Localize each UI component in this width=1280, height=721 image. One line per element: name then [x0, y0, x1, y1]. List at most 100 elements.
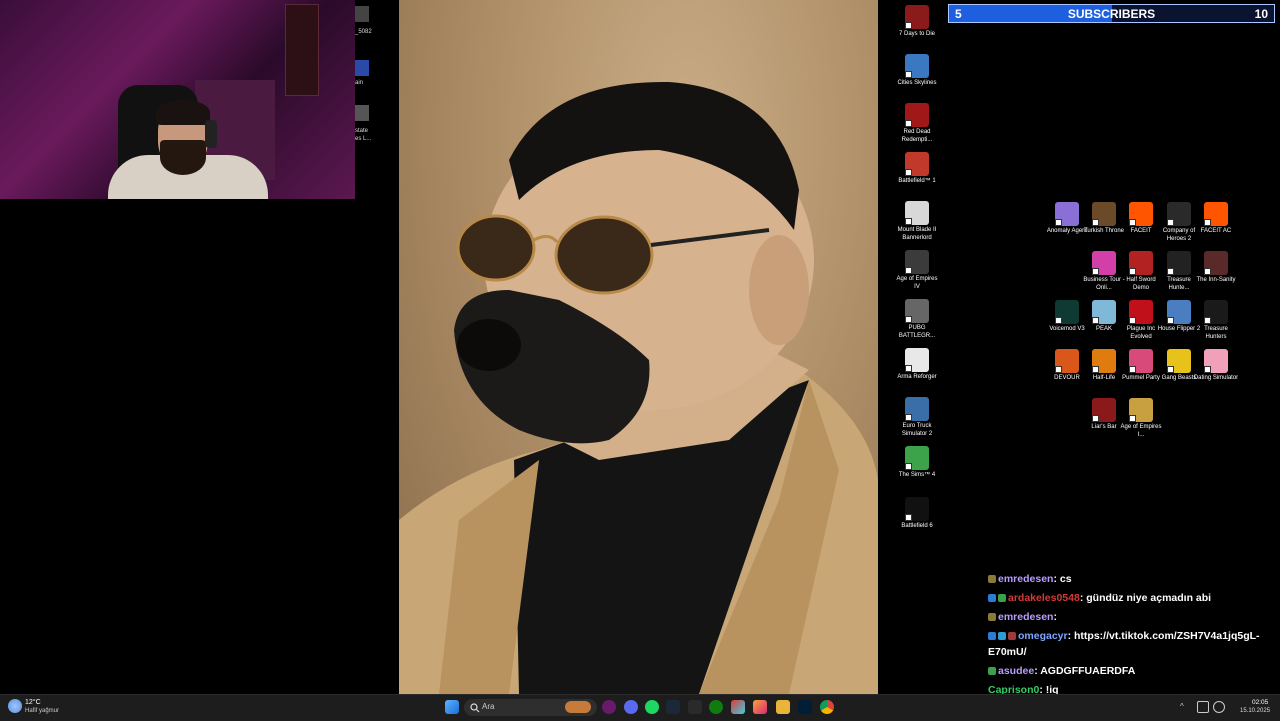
desktop-icon-label: _5082	[355, 29, 372, 35]
steam-icon[interactable]	[666, 700, 680, 714]
photoshop-icon[interactable]	[798, 700, 812, 714]
desktop-icon-label: Age of Empires IV	[896, 276, 938, 290]
app-icon	[1055, 300, 1079, 324]
app-icon	[1167, 251, 1191, 275]
desktop-icon-partial[interactable]	[355, 105, 369, 121]
desktop-icon-1[interactable]: Cities Skylines	[894, 54, 940, 88]
app-icon	[1055, 202, 1079, 226]
app-icon	[1129, 398, 1153, 422]
chat-username[interactable]: asudee	[998, 665, 1034, 677]
app-icon	[905, 152, 929, 176]
subscriber-goal-bar: 5 SUBSCRIBERS 10	[948, 4, 1275, 23]
chat-badge-icon	[998, 594, 1006, 602]
app-icon	[1092, 398, 1116, 422]
desktop-icon-label: Arma Reforger	[897, 374, 937, 380]
search-input[interactable]: Ara	[464, 699, 597, 716]
desktop-icon-8[interactable]: Euro Truck Simulator 2	[894, 397, 940, 438]
app-icon	[1204, 349, 1228, 373]
epic-games-icon[interactable]	[688, 700, 702, 714]
desktop-icon-grid-20[interactable]: Age of Empires I...	[1118, 398, 1164, 439]
chat-message: ardakeles0548: gündüz niye açmadın abi	[988, 592, 1211, 604]
chat-text: : AGDGFFUAERDFA	[1034, 665, 1136, 677]
desktop-icon-grid-18[interactable]: Dating Simulator	[1193, 349, 1239, 383]
chat-username[interactable]: ardakeles0548	[1008, 592, 1080, 604]
chevron-up-icon[interactable]: ^	[1180, 702, 1184, 711]
desktop-icon-grid-13[interactable]: Treasure Hunters	[1193, 300, 1239, 341]
chat-username[interactable]: omegacyr	[1018, 630, 1068, 642]
chat-message: emredesen:	[988, 611, 1057, 623]
chat-username[interactable]: emredesen	[998, 611, 1053, 623]
desktop-icon-partial[interactable]	[355, 60, 369, 76]
app-icon	[1055, 349, 1079, 373]
app-icon	[1204, 251, 1228, 275]
desktop-icon-label: PUBG BATTLEGR...	[898, 325, 936, 339]
desktop-icon-grid-4[interactable]: FACEIT AC	[1193, 202, 1239, 236]
desktop-icon-0[interactable]: 7 Days to Die	[894, 5, 940, 39]
file-explorer-icon[interactable]	[776, 700, 790, 714]
desktop-icon-label: The Inn-Sanity	[1196, 277, 1236, 283]
app-icon	[905, 54, 929, 78]
desktop-icon-label: Mount Blade II Bannerlord	[897, 227, 937, 241]
weather-icon[interactable]	[8, 699, 22, 713]
desktop-icon-label: The Sims™ 4	[898, 472, 936, 478]
app-icon	[905, 348, 929, 372]
desktop-icon-label: Age of Empires I...	[1120, 424, 1162, 438]
desktop-icon-label: Euro Truck Simulator 2	[901, 423, 933, 437]
desktop-icon-partial[interactable]	[355, 6, 369, 22]
desktop-icon-label: Battlefield™ 1	[898, 178, 936, 184]
app-icon	[1092, 202, 1116, 226]
desktop-icon-3[interactable]: Battlefield™ 1	[894, 152, 940, 186]
app-icon	[1129, 251, 1153, 275]
app-icon	[1092, 251, 1116, 275]
desktop-icon-7[interactable]: Arma Reforger	[894, 348, 940, 382]
instagram-icon[interactable]	[753, 700, 767, 714]
desktop-icon-9[interactable]: The Sims™ 4	[894, 446, 940, 480]
chat-message: asudee: AGDGFFUAERDFA	[988, 665, 1135, 677]
xbox-icon[interactable]	[709, 700, 723, 714]
chat-text: : gündüz niye açmadın abi	[1079, 592, 1212, 604]
desktop-icon-5[interactable]: Age of Empires IV	[894, 250, 940, 291]
subscriber-title: SUBSCRIBERS	[1067, 7, 1156, 21]
network-icon[interactable]	[1197, 701, 1209, 713]
app-icon	[1204, 202, 1228, 226]
discord-icon[interactable]	[624, 700, 638, 714]
app-icon	[1092, 349, 1116, 373]
desktop-icon-grid-8[interactable]: The Inn-Sanity	[1193, 251, 1239, 285]
taskbar: 12°C Hafif yağmur Ara ^ 02:05 15.10.2025	[0, 694, 1280, 721]
store-icon[interactable]	[731, 700, 745, 714]
chat-username[interactable]: emredesen	[998, 573, 1053, 585]
desktop-icon-4[interactable]: Mount Blade II Bannerlord	[894, 201, 940, 242]
app-icon	[1204, 300, 1228, 324]
clock-date[interactable]: 15.10.2025	[1240, 708, 1270, 714]
chrome-icon[interactable]	[820, 700, 834, 714]
chat-message: emredesen: cs	[988, 573, 1072, 585]
app-icon	[1129, 349, 1153, 373]
app-icon	[905, 201, 929, 225]
app-icon	[905, 299, 929, 323]
desktop-icon-6[interactable]: PUBG BATTLEGR...	[894, 299, 940, 340]
desktop-icon-label: Cities Skylines	[897, 80, 937, 86]
subscriber-goal: 10	[1254, 7, 1268, 21]
app-icon	[1129, 300, 1153, 324]
desktop-icon-label: Dating Simulator	[1193, 375, 1239, 381]
app-icon	[1167, 300, 1191, 324]
twitch-icon[interactable]	[602, 700, 616, 714]
chat-badge-icon	[998, 632, 1006, 640]
clock-time[interactable]: 02:05	[1252, 699, 1268, 706]
streamer-hair	[156, 100, 210, 125]
weather-temp[interactable]: 12°C	[25, 699, 41, 706]
desktop-icon-2[interactable]: Red Dead Redempti...	[894, 103, 940, 144]
app-icon	[905, 446, 929, 470]
volume-icon[interactable]	[1213, 701, 1225, 713]
app-icon	[1167, 202, 1191, 226]
start-icon[interactable]	[445, 700, 459, 714]
search-placeholder: Ara	[482, 702, 495, 711]
desktop-icon-10[interactable]: Battlefield 6	[894, 497, 940, 531]
weather-desc[interactable]: Hafif yağmur	[25, 708, 59, 714]
desktop-icon-label: FACEIT AC	[1200, 228, 1232, 234]
chat-badge-icon	[988, 632, 996, 640]
desktop-icon-label: Red Dead Redempti...	[901, 129, 933, 143]
spotify-icon[interactable]	[645, 700, 659, 714]
search-highlight-icon	[565, 701, 591, 713]
chat-message: omegacyr: https://vt.tiktok.com/ZSH7V4a1…	[988, 630, 1260, 642]
